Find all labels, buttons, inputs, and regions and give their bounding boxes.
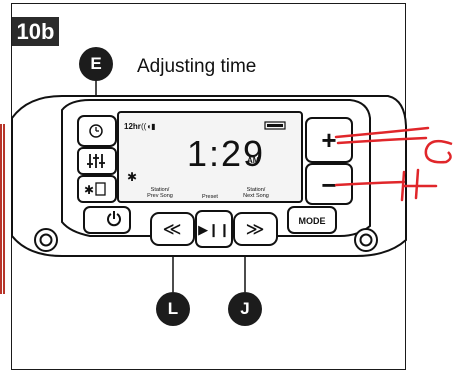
mode-label: MODE [299, 216, 326, 226]
handwritten-h [400, 168, 438, 202]
callout-e: E [79, 47, 113, 81]
label-preset: Preset [202, 194, 218, 200]
lcd-time: 1:29 [187, 133, 265, 174]
bluetooth-icon: ✱ [84, 183, 94, 197]
left-knob [34, 228, 58, 252]
forward-icon: ≫ [246, 219, 265, 239]
label-prev-2: Prev Song [147, 193, 173, 199]
power-button[interactable] [83, 206, 131, 234]
handwritten-g [424, 139, 453, 164]
lcd-bluetooth-icon: ✱ [127, 170, 137, 184]
lcd-ampm: AM [247, 156, 260, 165]
lcd-mode: 12hr [124, 122, 141, 131]
eq-button[interactable] [77, 147, 117, 175]
right-knob [354, 228, 378, 252]
equalizer-icon [87, 154, 105, 168]
minus-label: − [321, 170, 336, 200]
control-panel-illustration: ✱ 12hr ((◖▮ 1:29 AM ✱ Station/ Prev Song… [11, 80, 453, 292]
plus-label: + [321, 125, 336, 155]
signal-icon: ((◖▮ [141, 122, 156, 131]
callout-j: J [228, 292, 262, 326]
label-next-2: Next Song [243, 193, 269, 199]
callout-l: L [156, 292, 190, 326]
rewind-icon: ≪ [163, 219, 182, 239]
play-pause-icon: ▶❙❙ [198, 222, 230, 238]
